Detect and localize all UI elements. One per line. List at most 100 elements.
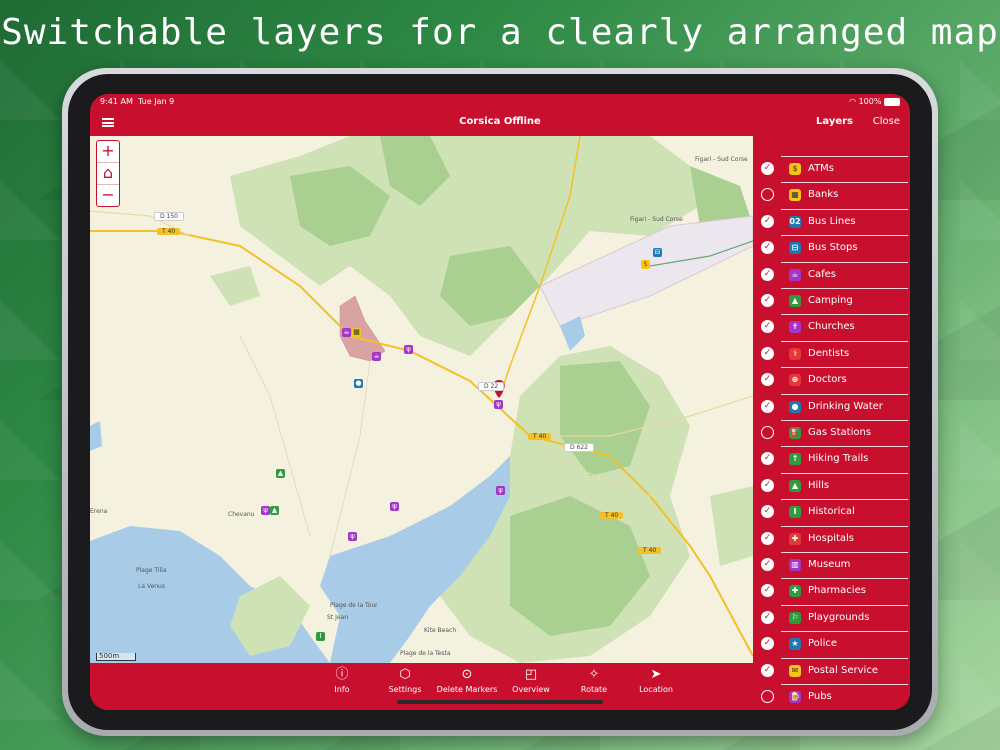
layer-row-dentists[interactable]: ✓ ⚕ Dentists xyxy=(753,340,910,367)
restaurant-icon[interactable]: ψ xyxy=(348,532,357,541)
info-icon: ⓘ xyxy=(335,667,349,682)
restaurant-icon[interactable]: ψ xyxy=(494,400,503,409)
bank-icon: ▦ xyxy=(789,189,801,202)
restaurant-icon[interactable]: ψ xyxy=(261,506,270,515)
layer-checkbox[interactable]: ✓ xyxy=(761,373,774,387)
home-icon[interactable]: ⌂ xyxy=(97,162,119,184)
layer-row-doctors[interactable]: ✓ ⊕ Doctors xyxy=(753,367,910,393)
layer-checkbox[interactable]: ✓ xyxy=(761,610,774,624)
layer-row-cafes[interactable]: ✓ ☕ Cafes xyxy=(753,261,910,288)
historical-icon: I xyxy=(789,506,801,519)
atm-icon[interactable]: $ xyxy=(641,260,650,269)
layer-checkbox[interactable]: ✓ xyxy=(761,558,774,571)
layer-checkbox[interactable]: ✓ xyxy=(761,478,774,492)
separator xyxy=(781,499,908,501)
wifi-icon: ◠ xyxy=(849,97,857,106)
layer-checkbox[interactable]: ✓ xyxy=(761,399,774,413)
layer-label: Gas Stations xyxy=(808,427,872,438)
layer-row-police[interactable]: ✓ ★ Police xyxy=(753,631,910,657)
layer-label: Hospitals xyxy=(808,532,855,544)
map-view[interactable]: + ⌂ − D 150 T 40 D 22 T 40 D 622 T 40 T … xyxy=(90,136,753,663)
separator xyxy=(781,235,908,237)
layer-checkbox[interactable]: ✓ xyxy=(761,663,774,677)
separator xyxy=(781,182,908,184)
camping-icon[interactable]: ▲ xyxy=(276,469,285,478)
camping-icon[interactable]: ▲ xyxy=(270,506,279,515)
layer-row-museum[interactable]: ✓ ▥ Museum xyxy=(753,552,910,578)
settings-button[interactable]: ⬡ Settings xyxy=(372,667,438,694)
atm-icon: $ xyxy=(789,163,801,175)
layer-row-hills[interactable]: ✓ ▲ Hills xyxy=(753,472,910,499)
headline: Switchable layers for a clearly arranged… xyxy=(1,12,999,53)
layer-checkbox[interactable]: ✓ xyxy=(761,584,774,598)
layer-label: Dentists xyxy=(808,347,850,359)
layer-row-gas-stations[interactable]: ⛽ Gas Stations xyxy=(753,420,910,446)
layer-checkbox[interactable]: ✓ xyxy=(761,452,774,466)
hiking-icon: ↑ xyxy=(789,453,801,466)
layer-row-bus-lines[interactable]: ✓ 02 Bus Lines xyxy=(753,208,910,235)
layer-row-banks[interactable]: ▦ Banks xyxy=(753,182,910,208)
layer-checkbox[interactable]: ✓ xyxy=(761,320,774,334)
separator xyxy=(781,340,908,342)
restaurant-icon[interactable]: ψ xyxy=(496,486,505,495)
layer-checkbox[interactable] xyxy=(761,690,774,703)
separator xyxy=(781,393,908,395)
layer-row-hiking-trails[interactable]: ✓ ↑ Hiking Trails xyxy=(753,446,910,472)
layer-row-historical[interactable]: ✓ I Historical xyxy=(753,499,910,525)
bank-icon[interactable]: ▦ xyxy=(352,328,361,337)
road xyxy=(329,360,371,557)
drinking-water-icon[interactable]: ● xyxy=(354,379,363,388)
layer-checkbox[interactable] xyxy=(761,426,774,439)
toolbar-label: Info xyxy=(334,685,350,694)
cafe-icon[interactable]: ☕ xyxy=(372,352,381,361)
delete-markers-icon: ⊙ xyxy=(461,667,473,682)
drinking-water-icon: ● xyxy=(789,400,801,413)
layer-row-atms[interactable]: ✓ $ ATMs xyxy=(753,156,910,182)
layer-label: Doctors xyxy=(808,374,847,386)
forest-area xyxy=(710,486,753,566)
layer-row-pubs[interactable]: 🍺 Pubs xyxy=(753,684,910,710)
layer-checkbox[interactable]: ✓ xyxy=(761,505,774,519)
layer-checkbox[interactable]: ✓ xyxy=(761,531,774,545)
layer-row-postal-service[interactable]: ✓ ✉ Postal Service xyxy=(753,657,910,684)
rotate-button[interactable]: ✧ Rotate xyxy=(561,667,627,694)
delete-markers-button[interactable]: ⊙ Delete Markers xyxy=(434,667,500,694)
location-button[interactable]: ➤ Location xyxy=(623,667,689,694)
layer-row-hospitals[interactable]: ✓ ✚ Hospitals xyxy=(753,525,910,552)
info-button[interactable]: ⓘ Info xyxy=(309,667,375,694)
road-label: D 622 xyxy=(564,443,594,452)
cafe-icon[interactable]: ☕ xyxy=(342,328,351,337)
lake xyxy=(90,421,102,451)
layer-row-camping[interactable]: ✓ ▲ Camping xyxy=(753,288,910,314)
layer-checkbox[interactable]: ✓ xyxy=(761,637,774,651)
layer-row-playgrounds[interactable]: ✓ ⚐ Playgrounds xyxy=(753,604,910,631)
layer-row-bus-stops[interactable]: ✓ ⊟ Bus Stops xyxy=(753,235,910,261)
zoom-in-button[interactable]: + xyxy=(97,141,119,162)
layer-checkbox[interactable]: ✓ xyxy=(761,214,774,228)
layer-row-pharmacies[interactable]: ✓ ✚ Pharmacies xyxy=(753,578,910,604)
layer-checkbox[interactable]: ✓ xyxy=(761,294,774,307)
layer-row-churches[interactable]: ✓ ✝ Churches xyxy=(753,314,910,340)
place-label: Chevanu xyxy=(228,511,255,518)
layer-checkbox[interactable] xyxy=(761,188,774,202)
status-bar: 9:41 AM Tue Jan 9 ◠ 100% xyxy=(90,94,910,110)
toolbar-label: Location xyxy=(639,685,673,694)
layer-label: Museum xyxy=(808,559,851,570)
layer-checkbox[interactable]: ✓ xyxy=(761,267,774,281)
layers-panel-title: Layers xyxy=(816,116,853,127)
layer-label: Drinking Water xyxy=(808,400,883,412)
layer-checkbox[interactable]: ✓ xyxy=(761,162,774,175)
overview-button[interactable]: ◰ Overview xyxy=(498,667,564,694)
historical-icon[interactable]: I xyxy=(316,632,325,641)
zoom-out-button[interactable]: − xyxy=(97,184,119,206)
layer-checkbox[interactable]: ✓ xyxy=(761,346,774,360)
layer-row-drinking-water[interactable]: ✓ ● Drinking Water xyxy=(753,393,910,420)
separator xyxy=(781,578,908,580)
restaurant-icon[interactable]: ψ xyxy=(390,502,399,511)
restaurant-icon[interactable]: ψ xyxy=(404,345,413,354)
layer-label: Police xyxy=(808,638,837,650)
layer-checkbox[interactable]: ✓ xyxy=(761,241,774,255)
close-button[interactable]: Close xyxy=(873,116,900,127)
bus-stop-icon[interactable]: ⊟ xyxy=(653,248,662,257)
separator xyxy=(781,261,908,263)
